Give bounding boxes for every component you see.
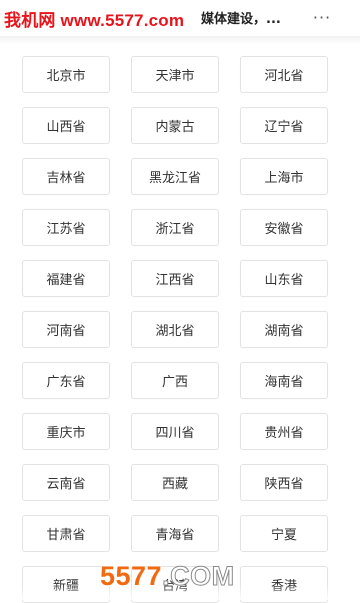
region-button[interactable]: 台湾 <box>131 566 219 603</box>
region-button[interactable]: 河北省 <box>240 56 328 93</box>
region-button[interactable]: 浙江省 <box>131 209 219 246</box>
region-button[interactable]: 海南省 <box>240 362 328 399</box>
region-button[interactable]: 江苏省 <box>22 209 110 246</box>
region-button[interactable]: 上海市 <box>240 158 328 195</box>
region-button[interactable]: 吉林省 <box>22 158 110 195</box>
page-title: 媒体建设，... <box>201 12 281 27</box>
more-horizontal-icon[interactable]: ··· <box>308 6 336 28</box>
region-button[interactable]: 宁夏 <box>240 515 328 552</box>
region-button[interactable]: 辽宁省 <box>240 107 328 144</box>
region-button[interactable]: 江西省 <box>131 260 219 297</box>
region-button[interactable]: 陕西省 <box>240 464 328 501</box>
region-button[interactable]: 河南省 <box>22 311 110 348</box>
region-button[interactable]: 山东省 <box>240 260 328 297</box>
region-button[interactable]: 云南省 <box>22 464 110 501</box>
region-button[interactable]: 黑龙江省 <box>131 158 219 195</box>
region-button[interactable]: 重庆市 <box>22 413 110 450</box>
site-watermark: 我机网 www.5577.com <box>4 11 185 30</box>
region-button[interactable]: 福建省 <box>22 260 110 297</box>
region-button[interactable]: 湖南省 <box>240 311 328 348</box>
region-button[interactable]: 内蒙古 <box>131 107 219 144</box>
region-button[interactable]: 广西 <box>131 362 219 399</box>
header-divider <box>0 36 360 44</box>
region-button[interactable]: 四川省 <box>131 413 219 450</box>
region-button[interactable]: 天津市 <box>131 56 219 93</box>
region-grid: 北京市 天津市 河北省 山西省 内蒙古 辽宁省 吉林省 黑龙江省 上海市 江苏省… <box>22 56 338 603</box>
region-button[interactable]: 西藏 <box>131 464 219 501</box>
top-bar: 我机网 www.5577.com 媒体建设，... ··· <box>0 0 360 36</box>
region-button[interactable]: 北京市 <box>22 56 110 93</box>
region-button[interactable]: 香港 <box>240 566 328 603</box>
region-button[interactable]: 甘肃省 <box>22 515 110 552</box>
region-button[interactable]: 安徽省 <box>240 209 328 246</box>
region-button[interactable]: 青海省 <box>131 515 219 552</box>
region-button[interactable]: 广东省 <box>22 362 110 399</box>
region-button[interactable]: 新疆 <box>22 566 110 603</box>
region-button[interactable]: 贵州省 <box>240 413 328 450</box>
region-button[interactable]: 山西省 <box>22 107 110 144</box>
region-button[interactable]: 湖北省 <box>131 311 219 348</box>
